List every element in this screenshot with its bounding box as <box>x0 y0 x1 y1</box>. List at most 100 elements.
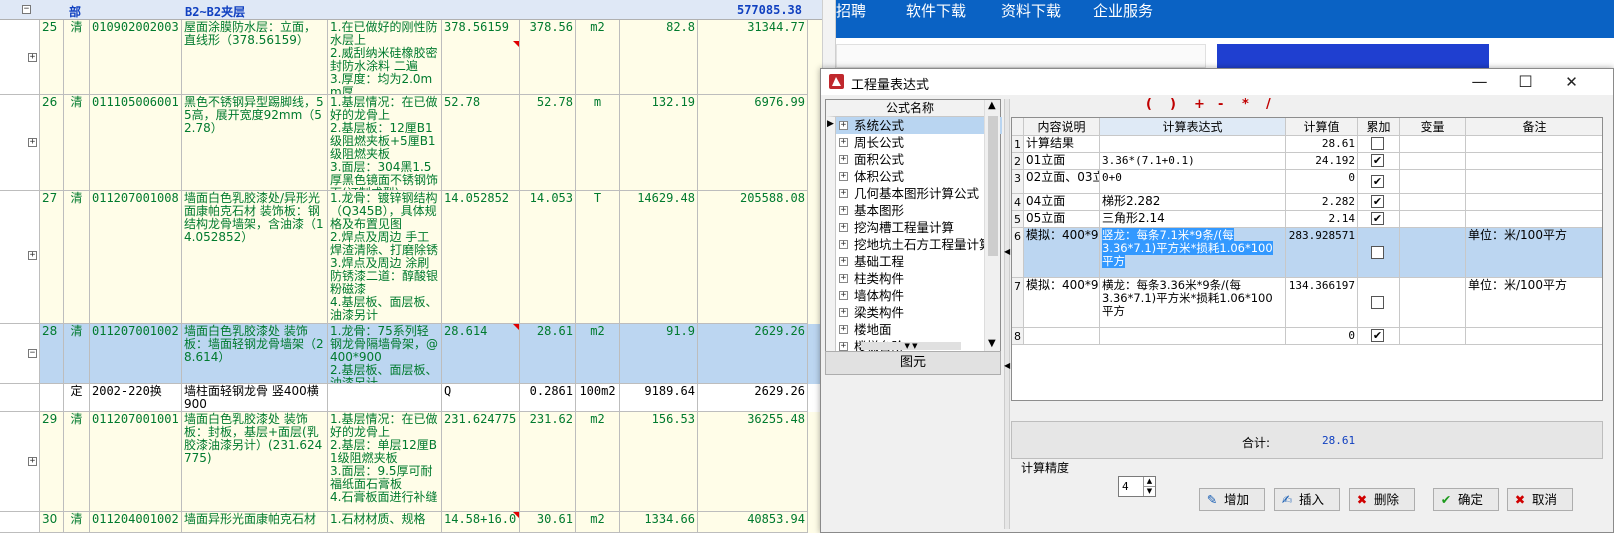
row-note[interactable] <box>1466 136 1602 153</box>
scroll-down-icon[interactable]: ▼ <box>988 338 996 349</box>
expand-icon[interactable]: + <box>839 274 848 283</box>
minimize-button[interactable]: — <box>1457 69 1502 95</box>
accumulate-checkbox[interactable] <box>1371 296 1384 309</box>
dialog-titlebar[interactable]: 工程量表达式 — ☐ ✕ <box>821 69 1613 95</box>
formula-item[interactable]: + 楼地面 <box>836 321 1002 338</box>
expand-icon[interactable]: + <box>839 240 848 249</box>
row-desc[interactable]: 模拟：400*900 <box>1024 278 1100 328</box>
row-expression[interactable]: 三角形2.14 <box>1100 211 1286 228</box>
accumulate-checkbox[interactable] <box>1371 137 1384 150</box>
expand-icon[interactable]: + <box>839 257 848 266</box>
formula-list-scrollbar[interactable]: ▲ ▼ <box>984 100 1000 352</box>
accumulate-checkbox[interactable]: ✔ <box>1371 154 1384 167</box>
row-note[interactable] <box>1466 194 1602 211</box>
row-expr[interactable]: 52.78 <box>442 95 520 191</box>
formula-item[interactable]: + 梁类构件 <box>836 304 1002 321</box>
formula-item[interactable]: + 体积公式 <box>836 168 1002 185</box>
expand-icon[interactable]: + <box>839 325 848 334</box>
delete-button[interactable]: ✖ 删除 <box>1349 488 1415 511</box>
summary-row[interactable]: − 部 B2~B2夹层 577085.38 <box>0 0 822 20</box>
row-variable[interactable] <box>1400 136 1466 153</box>
row-expr[interactable]: 231.624775 <box>442 412 520 512</box>
expression-row[interactable]: 8 0 ✔ <box>1012 328 1602 345</box>
expression-row[interactable]: 7 模拟：400*900 横龙：每条3.36米*9条/(每3.36*7.1)平方… <box>1012 278 1602 328</box>
operator-plus[interactable]: + <box>1194 97 1205 112</box>
row-desc[interactable]: 计算结果 <box>1024 136 1100 153</box>
close-button[interactable]: ✕ <box>1549 69 1594 95</box>
accumulate-checkbox[interactable] <box>1371 246 1384 259</box>
row-expression[interactable] <box>1100 136 1286 153</box>
formula-item[interactable]: + 墙体构件 <box>836 287 1002 304</box>
expression-row[interactable]: 4 04立面 梯形2.282 2.282 ✔ <box>1012 194 1602 211</box>
row-variable[interactable] <box>1400 328 1466 345</box>
stepper-up-icon[interactable]: ▲ <box>1143 477 1155 486</box>
formula-item[interactable]: + 面积公式 <box>836 151 1002 168</box>
row-note[interactable] <box>1466 170 1602 194</box>
formula-item[interactable]: + 柱类构件 <box>836 270 1002 287</box>
row-expr[interactable]: 14.052852 <box>442 191 520 324</box>
formula-item[interactable]: + 基本图形 <box>836 202 1002 219</box>
row-expression[interactable]: 梯形2.282 <box>1100 194 1286 211</box>
row-variable[interactable] <box>1400 278 1466 328</box>
ok-button[interactable]: ✔ 确定 <box>1433 488 1499 511</box>
formula-item[interactable]: + 挖沟槽工程量计算 <box>836 219 1002 236</box>
scroll-thumb[interactable] <box>988 116 998 256</box>
row-expression-cell[interactable]: 竖龙：每条7.1米*9条/(每3.36*7.1)平方米*损耗1.06*100平方 <box>1100 228 1286 278</box>
row-note[interactable]: 单位：米/100平方 <box>1466 278 1602 328</box>
operator-divide[interactable]: / <box>1266 97 1271 112</box>
table-row[interactable]: 定 2002-220换 墙柱面轻钢龙骨 竖400横900 Q 0.2861 10… <box>0 384 822 412</box>
row-expression[interactable]: 竖龙：每条7.1米*9条/(每3.36*7.1)平方米*损耗1.06*100平方 <box>1102 228 1273 268</box>
expand-icon[interactable]: + <box>839 189 848 198</box>
expression-row-selected[interactable]: 6 模拟：400*900 竖龙：每条7.1米*9条/(每3.36*7.1)平方米… <box>1012 228 1602 278</box>
row-note[interactable]: 单位：米/100平方 <box>1466 228 1602 278</box>
operator-multiply[interactable]: * <box>1242 97 1249 112</box>
row-expr[interactable]: 378.56159 <box>442 20 520 95</box>
expand-icon[interactable]: + <box>28 138 37 147</box>
nav-item-software[interactable]: 软件下载 <box>906 0 966 22</box>
table-row[interactable]: + 27 清 011207001008 墙面白色乳胶漆处/异形光面康帕克石材 装… <box>0 191 822 324</box>
splitter-left-arrow-icon[interactable]: ◀ <box>1004 361 1010 370</box>
expression-row[interactable]: 5 05立面 三角形2.14 2.14 ✔ <box>1012 211 1602 228</box>
splitter-grip-icon[interactable]: ▼ ▼ <box>861 342 961 350</box>
operator-open-paren[interactable]: ( <box>1146 97 1152 112</box>
table-row-selected[interactable]: − 28 清 011207001002 墙面白色乳胶漆处 装饰板：墙面轻钢龙骨墙… <box>0 324 822 384</box>
collapse-icon[interactable]: − <box>22 5 31 14</box>
accumulate-checkbox[interactable]: ✔ <box>1371 175 1384 188</box>
expand-icon[interactable]: + <box>28 251 37 260</box>
row-expr[interactable]: 28.614 <box>442 324 520 384</box>
row-note[interactable] <box>1466 328 1602 345</box>
nav-item-materials[interactable]: 资料下载 <box>1001 0 1061 22</box>
formula-item-system[interactable]: + 系统公式 <box>836 117 1002 134</box>
scroll-up-icon[interactable]: ▲ <box>988 100 996 111</box>
formula-item[interactable]: + 基础工程 <box>836 253 1002 270</box>
formula-item[interactable]: + 挖地坑土石方工程量计算 <box>836 236 1002 253</box>
row-expr[interactable]: Q <box>442 384 520 412</box>
row-desc[interactable] <box>1024 328 1100 345</box>
expand-icon[interactable]: + <box>839 342 848 351</box>
row-desc[interactable]: 05立面 <box>1024 211 1100 228</box>
expand-icon[interactable]: + <box>839 291 848 300</box>
table-row[interactable]: + 29 清 011207001001 墙面白色乳胶漆处 装饰板：封板，基层+面… <box>0 412 822 512</box>
table-row[interactable]: + 25 清 010902002003 屋面涂膜防水层：立面，直线形（378.5… <box>0 20 822 95</box>
accumulate-checkbox[interactable]: ✔ <box>1371 212 1384 225</box>
nav-item-services[interactable]: 企业服务 <box>1093 0 1153 22</box>
accumulate-checkbox[interactable]: ✔ <box>1371 329 1384 342</box>
panel-splitter[interactable]: ◀ ◀ <box>1004 99 1010 529</box>
operator-close-paren[interactable]: ) <box>1170 97 1176 112</box>
add-button[interactable]: ✎ 增加 <box>1199 488 1265 511</box>
expand-icon[interactable]: + <box>839 223 848 232</box>
expand-icon[interactable]: + <box>839 121 848 130</box>
row-desc[interactable]: 01立面 <box>1024 153 1100 170</box>
expand-icon[interactable]: + <box>839 308 848 317</box>
precision-stepper[interactable]: 4 ▲ ▼ <box>1118 476 1156 497</box>
nav-item-jobs[interactable]: 招聘 <box>836 0 866 22</box>
row-note[interactable] <box>1466 153 1602 170</box>
expression-row[interactable]: 2 01立面 3.36*(7.1+0.1) 24.192 ✔ <box>1012 153 1602 170</box>
row-desc[interactable]: 02立面、03立面 <box>1024 170 1100 194</box>
expand-icon[interactable]: + <box>28 457 37 466</box>
row-expression[interactable] <box>1100 328 1286 345</box>
table-row[interactable]: 30 清 011204001002 墙面异形光面康帕克石材 1.石材材质、规格 … <box>0 512 822 533</box>
expand-icon[interactable]: + <box>839 206 848 215</box>
accumulate-checkbox[interactable]: ✔ <box>1371 195 1384 208</box>
row-expression[interactable]: 0+0 <box>1100 170 1286 194</box>
